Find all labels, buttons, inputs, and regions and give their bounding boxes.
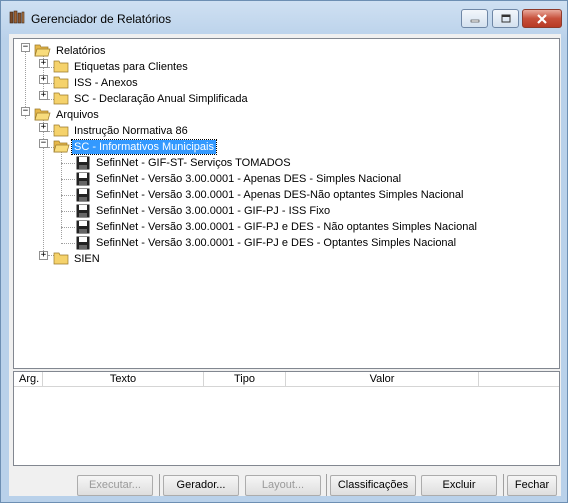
fechar-button[interactable]: Fechar	[507, 475, 557, 496]
close-icon	[537, 13, 547, 24]
maximize-button[interactable]	[492, 9, 519, 28]
tree-node-label: Instrução Normativa 86	[74, 125, 188, 137]
layout-button[interactable]: Layout...	[245, 475, 321, 496]
collapse-toggle[interactable]: −	[21, 43, 30, 52]
tree-node-label: Arquivos	[56, 109, 99, 121]
classificacoes-button[interactable]: Classificações	[330, 475, 416, 496]
column-header-valor[interactable]: Valor	[286, 372, 479, 387]
window-title: Gerenciador de Relatórios	[31, 12, 172, 26]
folder-icon	[53, 60, 69, 73]
column-header-tipo[interactable]: Tipo	[204, 372, 286, 387]
tree-node-label: ISS - Anexos	[74, 77, 138, 89]
folder-icon	[53, 252, 69, 265]
floppy-disk-icon	[76, 236, 90, 250]
tree-line	[43, 115, 44, 255]
button-bar: Executar... Gerador... Layout... Classif…	[9, 474, 561, 496]
folder-icon	[53, 124, 69, 137]
report-tree[interactable]: − Relatórios + Etiquetas para Clientes +	[13, 38, 560, 369]
floppy-disk-icon	[76, 188, 90, 202]
separator	[159, 474, 160, 496]
open-folder-icon	[34, 44, 51, 57]
expand-toggle[interactable]: +	[39, 251, 48, 260]
tree-node-label: SIEN	[74, 253, 100, 265]
title-bar[interactable]: Gerenciador de Relatórios	[1, 1, 567, 31]
tree-line	[61, 195, 75, 196]
minimize-button[interactable]	[461, 9, 488, 28]
tree-leaf-label: SefinNet - Versão 3.00.0001 - GIF-PJ e D…	[96, 221, 477, 233]
open-folder-icon	[34, 108, 51, 121]
column-header-texto[interactable]: Texto	[43, 372, 204, 387]
minimize-icon	[470, 19, 479, 22]
floppy-disk-icon	[76, 220, 90, 234]
books-icon	[9, 10, 25, 24]
tree-leaf-label: SefinNet - Versão 3.00.0001 - GIF-PJ e D…	[96, 237, 457, 249]
excluir-button[interactable]: Excluir	[421, 475, 497, 496]
close-window-button[interactable]	[522, 9, 562, 28]
collapse-toggle[interactable]: −	[21, 107, 30, 116]
tree-leaf-label: SefinNet - GIF-ST- Serviços TOMADOS	[96, 157, 291, 169]
maximize-icon	[501, 14, 510, 23]
tree-node-label: SC - Declaração Anual Simplificada	[74, 93, 248, 105]
tree-line	[61, 211, 75, 212]
separator	[503, 474, 504, 496]
tree-leaf-label: SefinNet - Versão 3.00.0001 - Apenas DES…	[96, 189, 464, 201]
tree-leaf-label: SefinNet - Versão 3.00.0001 - Apenas DES…	[96, 173, 402, 185]
tree-line	[61, 227, 75, 228]
client-area: − Relatórios + Etiquetas para Clientes +	[9, 34, 561, 496]
folder-icon	[53, 92, 69, 105]
grid-header: Arg. Texto Tipo Valor	[14, 372, 559, 387]
tree-node-label: Etiquetas para Clientes	[74, 61, 188, 73]
tree-leaf-label: SefinNet - Versão 3.00.0001 - GIF-PJ - I…	[96, 205, 331, 217]
column-header-arg[interactable]: Arg.	[14, 372, 43, 387]
expand-toggle[interactable]: +	[39, 91, 48, 100]
tree-line	[61, 147, 62, 239]
floppy-disk-icon	[76, 204, 90, 218]
open-folder-icon	[53, 140, 70, 153]
expand-toggle[interactable]: +	[39, 59, 48, 68]
tree-node-label: SC - Informativos Municipais	[71, 139, 217, 155]
parameters-grid[interactable]: Arg. Texto Tipo Valor	[13, 371, 560, 466]
report-manager-window: Gerenciador de Relatórios − Relatórios +…	[0, 0, 568, 503]
floppy-disk-icon	[76, 156, 90, 170]
expand-toggle[interactable]: +	[39, 75, 48, 84]
separator	[326, 474, 327, 496]
tree-line	[61, 179, 75, 180]
tree-node-label: Relatórios	[56, 45, 106, 57]
tree-line	[61, 243, 75, 244]
gerador-button[interactable]: Gerador...	[163, 475, 239, 496]
floppy-disk-icon	[76, 172, 90, 186]
executar-button[interactable]: Executar...	[77, 475, 153, 496]
folder-icon	[53, 76, 69, 89]
tree-line	[61, 163, 75, 164]
expand-toggle[interactable]: +	[39, 123, 48, 132]
collapse-toggle[interactable]: −	[39, 139, 48, 148]
